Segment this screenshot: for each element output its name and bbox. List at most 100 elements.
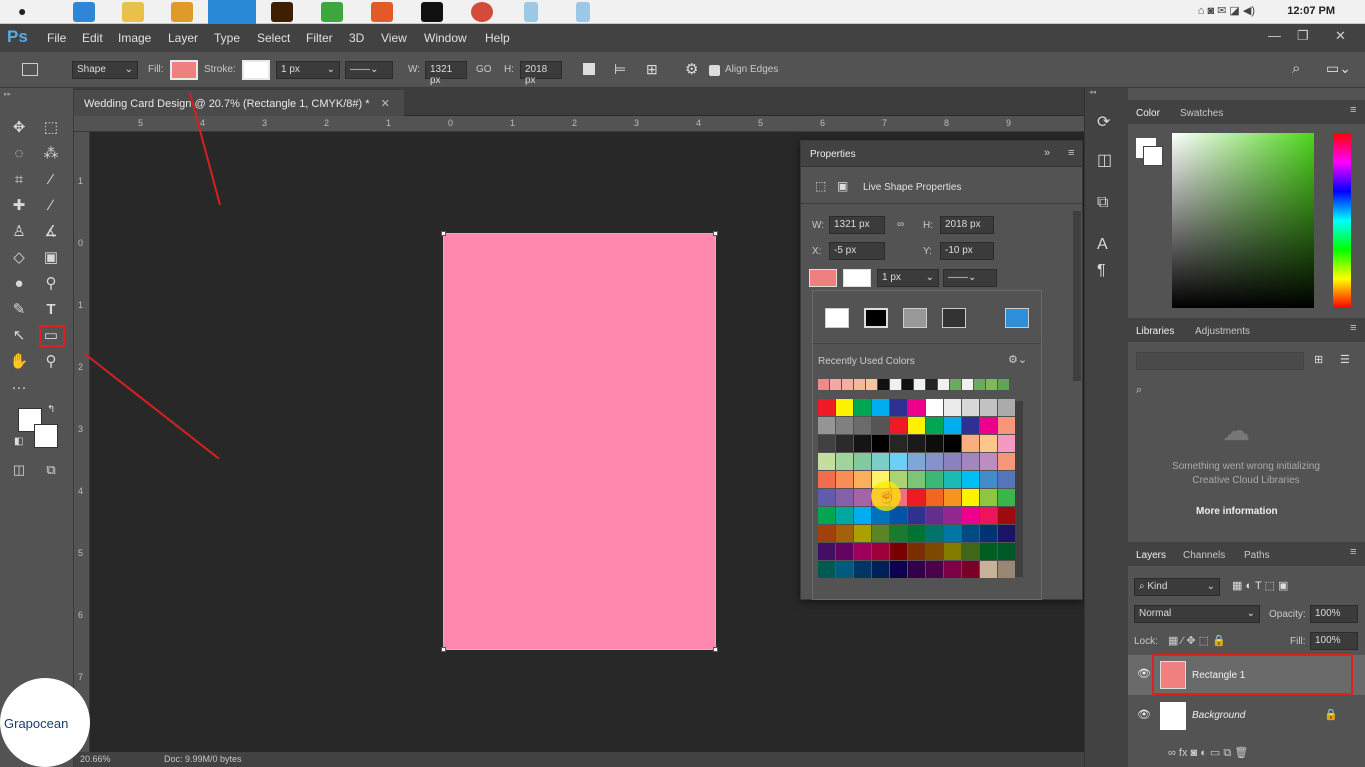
color-swatch[interactable] (962, 543, 979, 560)
color-swatch[interactable] (980, 471, 997, 488)
prop-x-input[interactable]: -5 px (829, 242, 885, 260)
app-green-icon[interactable] (321, 2, 343, 22)
pattern-icon[interactable] (942, 308, 966, 328)
tab-close-icon[interactable]: ✕ (381, 98, 390, 110)
color-swatch[interactable] (998, 489, 1015, 506)
prop-width-input[interactable]: 1321 px (829, 216, 885, 234)
color-swatch[interactable] (908, 561, 925, 578)
chrome-icon[interactable] (471, 2, 493, 22)
history-icon[interactable]: ⟳ (1097, 112, 1110, 132)
menu-help[interactable]: Help (485, 31, 510, 45)
color-swatch[interactable] (890, 417, 907, 434)
stroke-width-input[interactable]: 1 px ⌄ (276, 61, 340, 79)
pen-tool-icon[interactable]: ✎ (8, 300, 30, 320)
document-tab[interactable]: Wedding Card Design @ 20.7% (Rectangle 1… (74, 90, 404, 116)
recent-swatch[interactable] (986, 379, 997, 390)
color-swatch[interactable] (962, 507, 979, 524)
screen-mode-icon[interactable]: ⧉ (40, 460, 62, 480)
color-swatch[interactable] (998, 471, 1015, 488)
color-swatch[interactable] (980, 453, 997, 470)
color-swatch[interactable] (854, 489, 871, 506)
color-swatch[interactable] (962, 561, 979, 578)
eyedropper-tool-icon[interactable]: ⁄ (40, 170, 62, 190)
color-swatch[interactable] (944, 561, 961, 578)
color-swatch[interactable] (926, 399, 943, 416)
prop-stroke-width[interactable]: 1 px ⌄ (877, 269, 939, 287)
bottle-icon[interactable] (524, 2, 538, 22)
panel-bg-swatch[interactable] (1143, 146, 1163, 166)
color-swatch[interactable] (962, 525, 979, 542)
color-swatch[interactable] (908, 417, 925, 434)
color-swatch[interactable] (926, 543, 943, 560)
workspace-icon[interactable]: ▭⌄ (1326, 60, 1351, 77)
color-swatch[interactable] (836, 435, 853, 452)
color-swatch[interactable] (890, 525, 907, 542)
color-swatch[interactable] (854, 399, 871, 416)
recent-swatch[interactable] (842, 379, 853, 390)
brush-tool-icon[interactable]: ∕ (40, 196, 62, 216)
height-input[interactable]: 2018 px (520, 61, 562, 86)
path-selection-tool-icon[interactable]: ↖ (8, 326, 30, 346)
stroke-swatch[interactable] (242, 60, 270, 80)
swap-colors-icon[interactable]: ↰ (47, 404, 55, 415)
healing-tool-icon[interactable]: ✚ (8, 196, 30, 216)
more-info-link[interactable]: More information (1196, 506, 1278, 517)
color-swatch[interactable] (998, 417, 1015, 434)
swatch-scrollbar[interactable] (1015, 401, 1023, 577)
path-align-icon[interactable]: ⊨ (614, 61, 626, 78)
dodge-tool-icon[interactable]: ⚲ (40, 274, 62, 294)
color-swatch[interactable] (818, 507, 835, 524)
hue-slider[interactable] (1333, 133, 1351, 308)
color-swatch[interactable] (980, 507, 997, 524)
color-swatch[interactable] (980, 399, 997, 416)
color-swatch[interactable] (998, 525, 1015, 542)
lock-icons[interactable]: ▦ ∕ ✥ ⬚ 🔒 (1168, 634, 1226, 647)
recent-swatch[interactable] (950, 379, 961, 390)
close-icon[interactable]: ✕ (1335, 28, 1346, 44)
color-swatch[interactable] (944, 507, 961, 524)
path-arrange-icon[interactable]: ⊞ (646, 61, 658, 78)
color-swatch[interactable] (872, 543, 889, 560)
color-swatch[interactable] (998, 507, 1015, 524)
color-swatch[interactable] (818, 561, 835, 578)
mode-select[interactable]: Shape ⌄ (72, 61, 138, 79)
prop-fill-swatch[interactable] (809, 269, 837, 287)
menu-image[interactable]: Image (118, 31, 151, 45)
color-swatch[interactable] (980, 435, 997, 452)
color-swatch[interactable] (854, 561, 871, 578)
recent-swatch[interactable] (974, 379, 985, 390)
color-swatch[interactable] (818, 417, 835, 434)
bottle2-icon[interactable] (576, 2, 590, 22)
transform-handle[interactable] (713, 231, 718, 236)
hand-tool-icon[interactable]: ✋ (8, 352, 30, 372)
transform-handle[interactable] (441, 231, 446, 236)
color-swatch[interactable] (836, 417, 853, 434)
prop-stroke-swatch[interactable] (843, 269, 871, 287)
grid-view-icon[interactable]: ⊞ (1314, 353, 1323, 366)
zoom-tool-icon[interactable]: ⚲ (40, 352, 62, 372)
color-picker-icon[interactable] (1005, 308, 1029, 328)
color-swatch[interactable] (980, 417, 997, 434)
color-swatch[interactable] (818, 525, 835, 542)
minimize-icon[interactable]: — (1268, 28, 1281, 43)
type-tool-icon[interactable]: T (40, 300, 62, 320)
recent-swatch[interactable] (818, 379, 829, 390)
color-swatch[interactable] (998, 399, 1015, 416)
color-swatch[interactable] (926, 507, 943, 524)
color-swatch[interactable] (854, 471, 871, 488)
tool-preset-icon[interactable] (22, 63, 38, 76)
color-swatch[interactable] (890, 435, 907, 452)
menu-edit[interactable]: Edit (82, 31, 103, 45)
color-swatch[interactable] (818, 399, 835, 416)
transform-handle[interactable] (441, 647, 446, 652)
marquee-tool-icon[interactable]: ⬚ (40, 118, 62, 138)
color-swatch[interactable] (836, 543, 853, 560)
list-view-icon[interactable]: ☰ (1340, 353, 1350, 366)
history-brush-tool-icon[interactable]: ∡ (40, 222, 62, 242)
search-icon[interactable]: ⌕ (1292, 60, 1300, 77)
color-swatch[interactable] (818, 435, 835, 452)
color-swatch[interactable] (962, 399, 979, 416)
color-swatch[interactable] (926, 525, 943, 542)
tab-layers[interactable]: Layers (1136, 550, 1166, 561)
properties-scrollbar[interactable] (1073, 211, 1081, 381)
